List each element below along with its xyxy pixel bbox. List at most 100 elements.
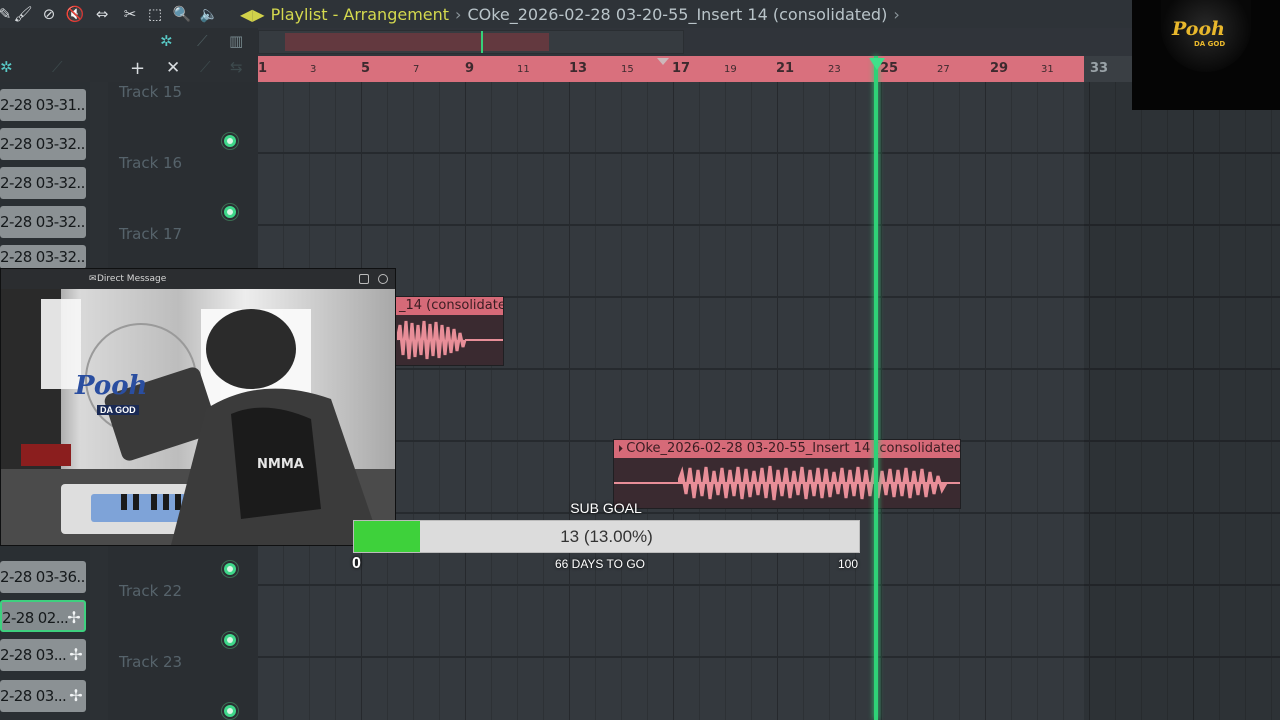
waveform-shape bbox=[397, 320, 467, 360]
timeline-ruler[interactable]: 1 3 5 7 9 11 13 15 17 19 21 23 25 27 29 … bbox=[258, 56, 1132, 82]
playlist-grid[interactable] bbox=[258, 82, 1280, 720]
chat-icon: ✉ bbox=[89, 274, 97, 284]
waveform-shape bbox=[678, 465, 948, 501]
delete-icon[interactable]: ⊘ bbox=[40, 5, 58, 23]
bar-number: 3 bbox=[310, 64, 317, 75]
paint-icon[interactable]: 🖌 bbox=[13, 5, 32, 23]
playhead[interactable] bbox=[874, 56, 878, 720]
track-label[interactable]: Track 15 bbox=[119, 83, 182, 101]
bar-number: 23 bbox=[828, 64, 841, 75]
bar-number: 1 bbox=[258, 61, 268, 76]
window-title: ◀▶ Playlist - Arrangement › COke_2026-02… bbox=[240, 3, 900, 25]
bar-number: 5 bbox=[361, 61, 371, 76]
track-label[interactable]: Track 16 bbox=[119, 154, 182, 172]
playhead-marker-icon[interactable] bbox=[869, 58, 885, 70]
track-mute-toggle[interactable] bbox=[224, 563, 236, 575]
sub-goal-days-label: 66 DAYS TO GO bbox=[554, 557, 646, 571]
title-prefix: Playlist - Arrangement bbox=[270, 4, 450, 24]
playback-icon[interactable]: 🔈 bbox=[200, 5, 219, 23]
audio-clip-label: _14 (consolidated) bbox=[395, 297, 503, 315]
playlist-toolbar: ✎ 🖌 ⊘ 🔇 ⇔ ✂ ⬚ 🔍 🔈 ◀▶ Playlist - Arrangem… bbox=[0, 0, 1280, 28]
track-mute-toggle[interactable] bbox=[224, 705, 236, 717]
arrows-icon: ⇆ bbox=[230, 58, 243, 76]
bar-number: 13 bbox=[569, 61, 588, 76]
picker-clip-item-selected[interactable]: 2-28 02... ✢ bbox=[0, 600, 86, 632]
slice-icon[interactable]: ✂ bbox=[121, 5, 139, 23]
bar-number: 29 bbox=[990, 61, 1009, 76]
waveform-icon: ✢ bbox=[67, 608, 80, 627]
track-label[interactable]: Track 23 bbox=[119, 653, 182, 671]
waveform-icon: ✢ bbox=[69, 686, 82, 705]
track-label[interactable]: Track 17 bbox=[119, 225, 182, 243]
close-icon[interactable]: ✕ bbox=[166, 58, 180, 78]
picker-clip-item[interactable]: 2-28 03-32... bbox=[0, 167, 86, 199]
bar-number: 9 bbox=[465, 61, 475, 76]
slip-icon[interactable]: ⇔ bbox=[93, 5, 111, 23]
track-mute-toggle[interactable] bbox=[224, 634, 236, 646]
link-icon[interactable]: ⟋ bbox=[197, 32, 208, 50]
picker-clip-item[interactable]: 2-28 03-32... bbox=[0, 128, 86, 160]
picker-clip-item[interactable]: 2-28 03-36... bbox=[0, 561, 86, 593]
audio-clip-waveform bbox=[614, 458, 960, 508]
streamer-logo: Pooh DA GOD bbox=[1132, 0, 1280, 110]
bar-number: 27 bbox=[937, 64, 950, 75]
track-mute-toggle[interactable] bbox=[224, 135, 236, 147]
toolbar-row-3: ✲ ⟋ + ✕ ⟋ ⇆ bbox=[0, 56, 258, 82]
overview-loop-region bbox=[285, 33, 549, 51]
picker-clip-item[interactable]: 2-28 03... ✢ bbox=[0, 680, 86, 712]
logo-text: Pooh bbox=[1172, 18, 1225, 40]
add-track-icon[interactable]: + bbox=[130, 58, 145, 79]
select-icon[interactable]: ⬚ bbox=[146, 5, 164, 23]
sub-goal-min-label: 0 bbox=[352, 555, 361, 572]
sub-goal-progress-bar: 13 (13.00%) bbox=[353, 520, 860, 553]
overview-position[interactable] bbox=[481, 31, 483, 53]
picker-clip-item[interactable]: 2-28 03-31... bbox=[0, 89, 86, 121]
picker-clip-item[interactable]: 2-28 03-32... bbox=[0, 206, 86, 238]
playlist-play-icon[interactable]: ◀▶ bbox=[240, 5, 265, 24]
audio-clip[interactable]: ⏵ COke_2026-02-28 03-20-55_Insert 14 (co… bbox=[613, 439, 961, 509]
ruler-end-bar: 33 bbox=[1090, 61, 1109, 76]
popout-icon[interactable] bbox=[359, 274, 369, 284]
picker-clip-item[interactable]: 2-28 03-32... bbox=[0, 245, 86, 269]
time-marker-icon[interactable] bbox=[657, 58, 669, 65]
draw-icon[interactable]: ✎ bbox=[0, 5, 14, 23]
zoom-icon[interactable]: 🔍 bbox=[173, 5, 192, 23]
waveform-icon[interactable]: ✲ bbox=[160, 32, 173, 50]
close-icon[interactable] bbox=[378, 274, 388, 284]
track-label[interactable]: Track 22 bbox=[119, 582, 182, 600]
bar-number: 19 bbox=[724, 64, 737, 75]
link-icon-2: ⟋ bbox=[52, 58, 63, 76]
track-mute-toggle[interactable] bbox=[224, 206, 236, 218]
bar-number: 7 bbox=[413, 64, 420, 75]
audio-clip-label: ⏵ COke_2026-02-28 03-20-55_Insert 14 (co… bbox=[614, 440, 960, 458]
webcam-brand-sub: DA GOD bbox=[97, 405, 139, 415]
sub-goal-max-label: 100 bbox=[838, 557, 859, 571]
snap-icon[interactable]: ✲ bbox=[0, 58, 13, 76]
toolbar-row-2: ✲ ⟋ ▥ bbox=[0, 28, 258, 56]
audio-clip[interactable]: _14 (consolidated) bbox=[394, 296, 504, 366]
waveform-icon: ✢ bbox=[69, 645, 82, 664]
bar-number: 21 bbox=[776, 61, 795, 76]
webcam-title: Direct Message bbox=[97, 274, 167, 284]
loop-region[interactable] bbox=[258, 56, 1084, 82]
clip-menu-icon[interactable]: ⏵ bbox=[618, 444, 626, 455]
webcam-titlebar: ✉ Direct Message bbox=[1, 269, 395, 289]
shirt-text: NMMA bbox=[257, 457, 304, 472]
link-icon-3: ⟋ bbox=[200, 58, 211, 76]
bar-number: 15 bbox=[621, 64, 634, 75]
sub-goal-title: SUB GOAL bbox=[570, 500, 642, 516]
webcam-overlay: ✉ Direct Message Pooh DA GOD NMMA bbox=[0, 268, 396, 546]
title-end-separator[interactable]: › bbox=[893, 5, 899, 24]
pattern-name[interactable]: COke_2026-02-28 03-20-55_Insert 14 (cons… bbox=[467, 5, 887, 24]
fl-studio-playlist-window: ✎ 🖌 ⊘ 🔇 ⇔ ✂ ⬚ 🔍 🔈 ◀▶ Playlist - Arrangem… bbox=[0, 0, 1280, 720]
bar-number: 31 bbox=[1041, 64, 1054, 75]
webcam-video: Pooh DA GOD NMMA bbox=[1, 289, 395, 545]
mute-icon[interactable]: 🔇 bbox=[66, 5, 85, 23]
waveform-tail bbox=[465, 339, 503, 341]
picker-clip-item[interactable]: 2-28 03... ✢ bbox=[0, 639, 86, 671]
title-separator: › bbox=[455, 4, 462, 24]
piano-icon[interactable]: ▥ bbox=[229, 32, 243, 50]
logo-subtext: DA GOD bbox=[1194, 40, 1226, 48]
bar-number: 11 bbox=[517, 64, 530, 75]
playlist-overview[interactable] bbox=[258, 30, 684, 54]
